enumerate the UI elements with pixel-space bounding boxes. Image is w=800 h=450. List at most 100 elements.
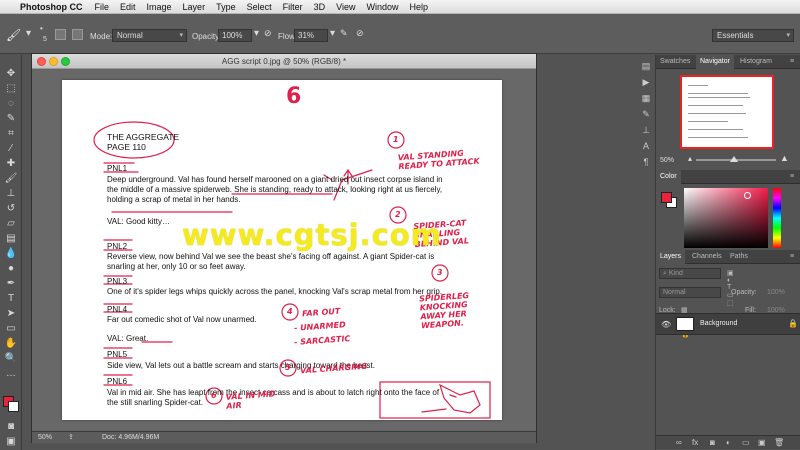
blur-tool-icon[interactable]: 💧 — [4, 247, 18, 261]
layer-filter-icons[interactable]: ▣ ◐ T ▭ ⬚ — [727, 269, 734, 307]
healing-brush-tool-icon[interactable]: ✚ — [4, 157, 18, 171]
gradient-tool-icon[interactable]: ▤ — [4, 232, 18, 246]
tab-swatches[interactable]: Swatches — [656, 55, 694, 69]
dropdown-chevron-icon[interactable]: ▾ — [26, 28, 31, 39]
new-group-icon[interactable]: ▭ — [742, 438, 750, 447]
type-tool-icon[interactable]: T — [4, 292, 18, 306]
shape-tool-icon[interactable]: ▭ — [4, 322, 18, 336]
close-window-icon[interactable] — [37, 57, 46, 66]
new-layer-icon[interactable]: ▣ — [758, 438, 766, 447]
layer-opacity-value[interactable]: 100% — [767, 289, 785, 296]
app-menu[interactable]: Photoshop CC — [20, 2, 83, 12]
pressure-opacity-icon[interactable]: ⊘ — [264, 28, 272, 39]
adjustment-layer-icon[interactable]: ◐ — [726, 438, 731, 447]
zoom-in-icon[interactable]: ▲ — [780, 153, 789, 163]
clone-source-panel-icon[interactable]: ⊥ — [640, 125, 652, 136]
clone-stamp-tool-icon[interactable]: ⊥ — [4, 187, 18, 201]
marquee-tool-icon[interactable]: ⬚ — [4, 82, 18, 96]
more-tools-icon[interactable]: … — [4, 367, 18, 381]
tab-layers[interactable]: Layers — [656, 250, 686, 264]
menu-layer[interactable]: Layer — [183, 2, 206, 12]
zoom-window-icon[interactable] — [61, 57, 70, 66]
layer-row-background[interactable]: 👁 Background 🔒 — [656, 313, 800, 335]
brushes-panel-icon[interactable]: ✎ — [640, 109, 652, 120]
layer-style-icon[interactable]: fx — [692, 438, 698, 447]
pen-tool-icon[interactable]: ✒ — [4, 277, 18, 291]
menu-window[interactable]: Window — [366, 2, 398, 12]
zoom-tool-icon[interactable]: 🔍 — [4, 352, 18, 366]
mode-select[interactable]: Normal ▾ — [112, 29, 187, 42]
layer-mask-icon[interactable]: ◙ — [710, 438, 715, 447]
hand-tool-icon[interactable]: ✋ — [4, 337, 18, 351]
navigator-zoom[interactable]: 50% — [660, 157, 674, 164]
minimize-window-icon[interactable] — [49, 57, 58, 66]
menu-image[interactable]: Image — [147, 2, 172, 12]
history-brush-tool-icon[interactable]: ↺ — [4, 202, 18, 216]
panel-menu-icon[interactable]: ≡ — [786, 250, 798, 264]
dodge-tool-icon[interactable]: ● — [4, 262, 18, 276]
doc-size[interactable]: Doc: 4.96M/4.96M — [102, 432, 159, 443]
brush-panel-icon[interactable] — [55, 29, 66, 40]
zoom-out-icon[interactable]: ▴ — [688, 154, 692, 163]
color-picker-cursor[interactable] — [744, 192, 751, 199]
slider-knob[interactable] — [730, 156, 738, 162]
crop-tool-icon[interactable]: ⌗ — [4, 127, 18, 141]
flow-chevron-icon[interactable]: ▾ — [330, 28, 335, 39]
opacity-input[interactable]: 100% — [218, 29, 252, 42]
color-picker-field[interactable] — [684, 188, 768, 248]
tab-histogram[interactable]: Histogram — [736, 55, 776, 69]
menu-edit[interactable]: Edit — [120, 2, 136, 12]
link-layers-icon[interactable]: ∞ — [676, 438, 682, 447]
menu-3d[interactable]: 3D — [314, 2, 326, 12]
character-panel-icon[interactable]: A — [640, 141, 652, 152]
brush-tool-icon[interactable]: 🖌 — [6, 28, 22, 42]
hue-slider[interactable] — [773, 188, 781, 248]
eraser-tool-icon[interactable]: ▱ — [4, 217, 18, 231]
quick-select-tool-icon[interactable]: ✎ — [4, 112, 18, 126]
path-select-tool-icon[interactable]: ➤ — [4, 307, 18, 321]
navigator-zoom-slider[interactable] — [696, 156, 776, 162]
panel-menu-icon[interactable]: ≡ — [786, 55, 798, 69]
menu-select[interactable]: Select — [247, 2, 272, 12]
document-title-bar[interactable]: AGG script 0.jpg @ 50% (RGB/8) * — [32, 54, 536, 69]
panel-menu-icon[interactable]: ≡ — [786, 170, 798, 184]
menu-view[interactable]: View — [336, 2, 355, 12]
opacity-label: Opacity: — [192, 32, 222, 41]
menu-help[interactable]: Help — [409, 2, 428, 12]
flow-input[interactable]: 31% — [294, 29, 328, 42]
pressure-size-icon[interactable]: ⊘ — [356, 28, 364, 39]
paragraph-panel-icon[interactable]: ¶ — [640, 157, 652, 168]
canvas-area[interactable]: 6 THE AGGREGATE PAGE 110 PNL1 Deep under… — [32, 70, 536, 430]
quick-mask-icon[interactable]: ◙ — [4, 420, 18, 434]
tab-paths[interactable]: Paths — [726, 250, 752, 264]
properties-panel-icon[interactable]: ▦ — [640, 93, 652, 104]
opacity-chevron-icon[interactable]: ▾ — [254, 28, 259, 39]
color-foreground-swatch[interactable] — [661, 192, 672, 203]
menu-filter[interactable]: Filter — [283, 2, 303, 12]
brush-tool-icon[interactable]: 🖌 — [4, 172, 18, 186]
lasso-tool-icon[interactable]: ◌ — [4, 97, 18, 111]
history-panel-icon[interactable]: ▤ — [640, 61, 652, 72]
brush-presets-icon[interactable] — [72, 29, 83, 40]
workspace-select[interactable]: Essentials ▾ — [712, 29, 794, 42]
screen-mode-icon[interactable]: ▣ — [4, 435, 18, 449]
share-icon[interactable]: ⇪ — [68, 432, 74, 443]
delete-layer-icon[interactable]: 🗑 — [774, 438, 784, 447]
brush-preview-icon[interactable]: • — [40, 24, 43, 33]
tab-channels[interactable]: Channels — [688, 250, 726, 264]
menu-type[interactable]: Type — [216, 2, 236, 12]
background-color-swatch[interactable] — [8, 401, 19, 412]
move-tool-icon[interactable]: ✥ — [4, 67, 18, 81]
tab-navigator[interactable]: Navigator — [696, 55, 734, 69]
eye-icon[interactable]: 👁 — [661, 320, 671, 329]
script-page[interactable]: 6 THE AGGREGATE PAGE 110 PNL1 Deep under… — [62, 80, 502, 420]
layer-kind-select[interactable]: ⌕ Kind — [659, 268, 721, 279]
menu-file[interactable]: File — [95, 2, 110, 12]
tab-color[interactable]: Color — [656, 170, 681, 184]
blend-mode-select[interactable]: Normal — [659, 287, 721, 298]
zoom-level[interactable]: 50% — [38, 432, 52, 443]
eyedropper-tool-icon[interactable]: ⁄ — [4, 142, 18, 156]
airbrush-icon[interactable]: ✎ — [340, 28, 348, 39]
actions-panel-icon[interactable]: ▶ — [640, 77, 652, 88]
navigator-preview[interactable] — [680, 75, 774, 149]
